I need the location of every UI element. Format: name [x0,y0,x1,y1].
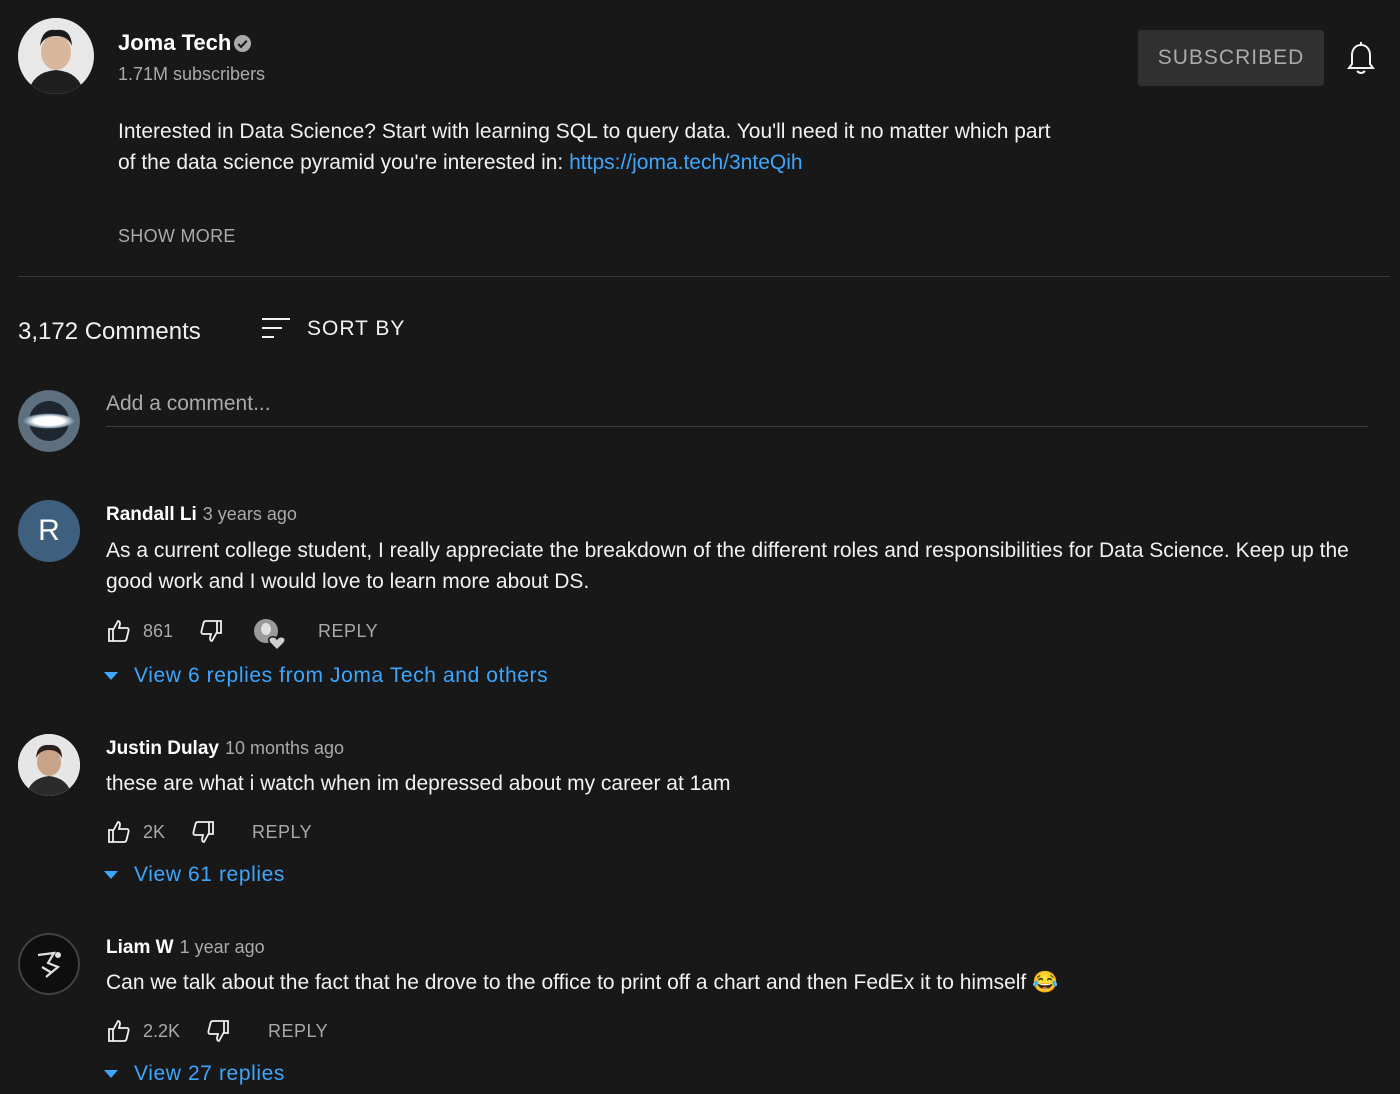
comment-avatar[interactable] [18,933,80,995]
video-description: Interested in Data Science? Start with l… [118,116,1058,178]
like-icon[interactable] [106,1018,132,1044]
verified-check-icon [233,34,252,53]
comment-text: these are what i watch when im depressed… [106,772,731,795]
comment-time[interactable]: 1 year ago [180,937,265,957]
subscriber-count: 1.71M subscribers [118,64,266,84]
add-comment-underline [106,426,1368,427]
dislike-icon[interactable] [198,618,224,644]
reply-button[interactable]: REPLY [318,621,378,642]
sort-by-button[interactable]: SORT BY [307,317,405,341]
like-icon[interactable] [106,618,132,644]
view-replies-label[interactable]: View 6 replies from Joma Tech and others [134,664,548,688]
chevron-down-icon [104,871,118,879]
dislike-icon[interactable] [190,819,216,845]
like-count: 2.2K [143,1021,181,1041]
subscribed-button[interactable]: SUBSCRIBED [1138,30,1324,86]
author-name[interactable]: Randall Li [106,504,197,525]
chevron-down-icon [104,672,118,680]
view-replies-button[interactable]: View 6 replies from Joma Tech and others [104,664,548,688]
comment-time[interactable]: 3 years ago [203,504,297,524]
channel-name[interactable]: Joma Tech [118,30,231,56]
comment-avatar[interactable]: R [18,500,80,562]
show-more-button[interactable]: SHOW MORE [118,226,236,247]
notification-bell-icon[interactable] [1346,42,1376,76]
reply-button[interactable]: REPLY [252,822,312,843]
view-replies-label[interactable]: View 61 replies [134,863,285,887]
like-icon[interactable] [106,819,132,845]
comment-time[interactable]: 10 months ago [225,738,344,758]
like-count: 2K [143,822,166,842]
comment-author[interactable]: Liam W 1 year ago [106,937,265,959]
add-comment-input[interactable] [106,392,1366,416]
current-user-avatar [18,390,80,452]
view-replies-button[interactable]: View 61 replies [104,863,285,887]
sort-icon[interactable] [260,316,290,340]
author-name[interactable]: Justin Dulay [106,738,219,759]
creator-heart-icon [254,619,287,651]
view-replies-button[interactable]: View 27 replies [104,1062,285,1086]
comment-avatar[interactable] [18,734,80,796]
comment-text: Can we talk about the fact that he drove… [106,971,1059,994]
reply-button[interactable]: REPLY [268,1021,328,1042]
comment-text: As a current college student, I really a… [106,539,1349,593]
dislike-icon[interactable] [205,1018,231,1044]
author-name[interactable]: Liam W [106,937,174,958]
like-count: 861 [143,621,174,641]
avatar-letter: R [38,514,60,547]
view-replies-label[interactable]: View 27 replies [134,1062,285,1086]
divider [18,276,1390,277]
comment-count: 3,172 Comments [18,318,201,345]
description-link[interactable]: https://joma.tech/3nteQih [569,151,802,174]
comment-author[interactable]: Randall Li 3 years ago [106,504,297,526]
comment-author[interactable]: Justin Dulay 10 months ago [106,738,344,760]
chevron-down-icon [104,1070,118,1078]
channel-avatar[interactable] [18,18,94,94]
